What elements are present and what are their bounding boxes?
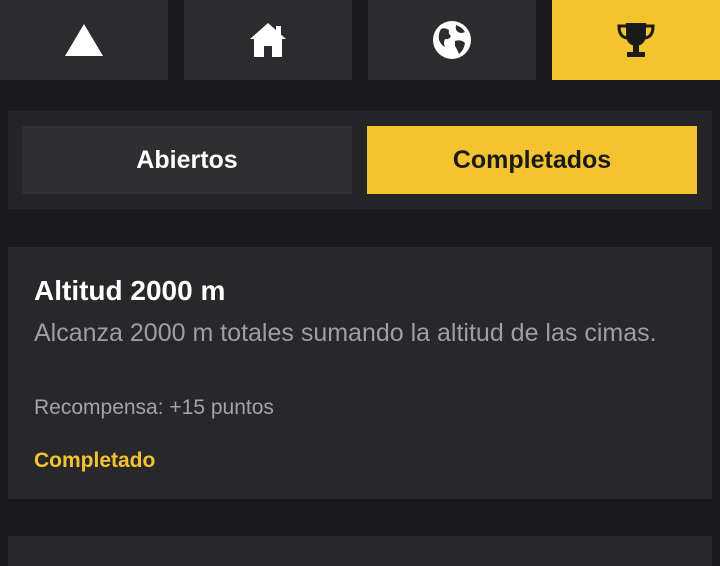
- nav-tab-globe[interactable]: [368, 0, 536, 80]
- tab-completed-challenges[interactable]: Completados: [367, 126, 697, 194]
- trophy-icon: [616, 20, 656, 60]
- challenge-description: Alcanza 2000 m totales sumando la altitu…: [34, 319, 657, 347]
- top-navigation-bar: [0, 0, 720, 96]
- challenge-title: Altitud 2000 m: [34, 275, 226, 306]
- tab-open-challenges[interactable]: Abiertos: [22, 126, 352, 194]
- challenge-card[interactable]: Altitud 2000 m Alcanza 2000 m totales su…: [8, 247, 712, 499]
- nav-tab-trophy[interactable]: [552, 0, 720, 80]
- globe-icon: [431, 19, 473, 61]
- mountain-icon: [64, 22, 104, 58]
- challenge-card-next[interactable]: [8, 536, 712, 566]
- nav-tab-mountain[interactable]: [0, 0, 168, 80]
- home-icon: [248, 21, 288, 59]
- challenge-filter-segmented-control: Abiertos Completados: [8, 111, 712, 209]
- nav-tab-home[interactable]: [184, 0, 352, 80]
- challenge-reward: Recompensa: +15 puntos: [34, 396, 274, 419]
- challenge-status-badge: Completado: [34, 449, 156, 472]
